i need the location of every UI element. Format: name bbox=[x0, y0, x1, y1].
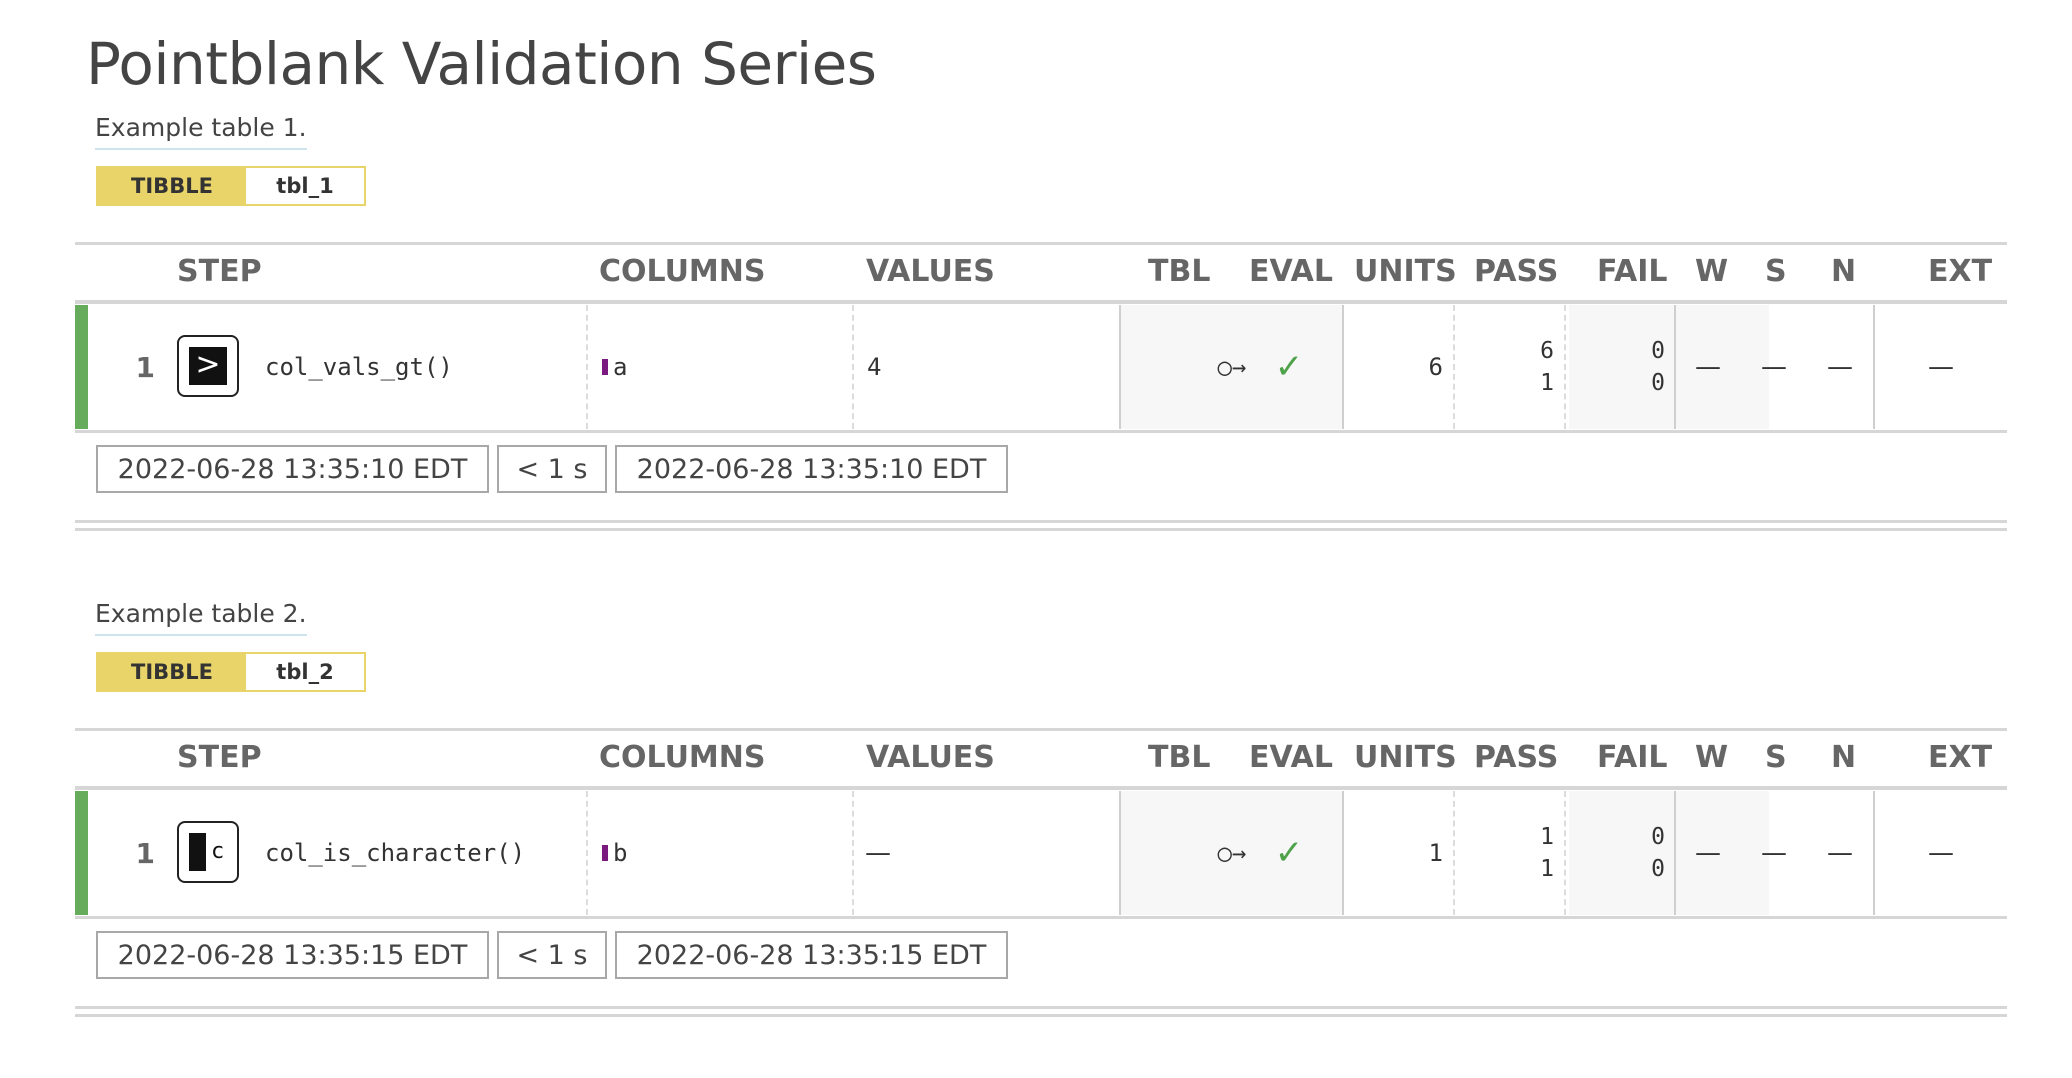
table-type-label: TIBBLE bbox=[98, 654, 246, 690]
fail-cell: 0 0 bbox=[1565, 305, 1665, 429]
time-end: 2022-06-28 13:35:10 EDT bbox=[615, 445, 1008, 493]
pass-count: 1 bbox=[1540, 824, 1554, 850]
step-function: col_is_character() bbox=[265, 839, 526, 867]
page-title: Pointblank Validation Series bbox=[86, 30, 877, 98]
header-ext: EXT bbox=[1928, 254, 1993, 289]
header-fail: FAIL bbox=[1597, 254, 1668, 289]
icon-glyph: c bbox=[211, 839, 225, 864]
column-marker-icon bbox=[602, 359, 608, 375]
values-cell: — bbox=[865, 838, 891, 868]
fail-count: 0 bbox=[1651, 338, 1665, 364]
header-values: VALUES bbox=[866, 740, 995, 775]
header-columns: COLUMNS bbox=[599, 740, 766, 775]
header-n: N bbox=[1831, 254, 1857, 289]
n-cell: — bbox=[1827, 838, 1853, 868]
icon-glyph: > bbox=[189, 347, 227, 385]
footer-rule bbox=[75, 520, 2007, 523]
w-cell: — bbox=[1695, 352, 1721, 382]
divider bbox=[586, 305, 588, 429]
footer-rule bbox=[75, 1014, 2007, 1017]
eval-check-icon: ✓ bbox=[1274, 833, 1304, 873]
header-top-rule bbox=[75, 242, 2007, 245]
eval-check-icon: ✓ bbox=[1274, 347, 1304, 387]
validation-report-2: Example table 2. TIBBLE tbl_2 STEP COLUM… bbox=[0, 598, 2072, 1078]
column-name: a bbox=[613, 353, 628, 381]
icon-block bbox=[189, 833, 206, 871]
header-eval: EVAL bbox=[1249, 740, 1334, 775]
table-type-badge: TIBBLE tbl_2 bbox=[96, 652, 366, 692]
ext-cell: — bbox=[1928, 352, 1954, 382]
table-type-label: TIBBLE bbox=[98, 168, 246, 204]
header-pass: PASS bbox=[1474, 740, 1559, 775]
table-caption: Example table 1. bbox=[95, 112, 307, 150]
pass-fraction: 1 bbox=[1540, 856, 1554, 882]
divider bbox=[586, 791, 588, 915]
footer-rule bbox=[75, 528, 2007, 531]
table-name-label: tbl_2 bbox=[246, 654, 364, 690]
column-name: b bbox=[613, 839, 628, 867]
validation-report-1: Example table 1. TIBBLE tbl_1 STEP COLUM… bbox=[0, 112, 2072, 592]
pass-cell: 6 1 bbox=[1454, 305, 1554, 429]
header-w: W bbox=[1695, 254, 1729, 289]
values-cell: 4 bbox=[867, 353, 882, 381]
header-units: UNITS bbox=[1354, 254, 1457, 289]
header-step: STEP bbox=[177, 254, 262, 289]
table-type-badge: TIBBLE tbl_1 bbox=[96, 166, 366, 206]
time-start: 2022-06-28 13:35:10 EDT bbox=[96, 445, 489, 493]
ext-cell: — bbox=[1928, 838, 1954, 868]
units-cell: 6 bbox=[1428, 353, 1443, 381]
column-cell: a bbox=[602, 305, 627, 429]
duration: < 1 s bbox=[497, 931, 607, 979]
s-cell: — bbox=[1761, 352, 1787, 382]
header-tbl: TBL bbox=[1148, 254, 1211, 289]
header-ext: EXT bbox=[1928, 740, 1993, 775]
column-marker-icon bbox=[602, 845, 608, 861]
divider bbox=[852, 791, 854, 915]
fail-cell: 0 0 bbox=[1565, 791, 1665, 915]
s-cell: — bbox=[1761, 838, 1787, 868]
time-end: 2022-06-28 13:35:15 EDT bbox=[615, 931, 1008, 979]
column-cell: b bbox=[602, 791, 627, 915]
greater-than-icon: > bbox=[177, 335, 239, 397]
header-units: UNITS bbox=[1354, 740, 1457, 775]
footer-rule bbox=[75, 1006, 2007, 1009]
fail-fraction: 0 bbox=[1651, 370, 1665, 396]
header-step: STEP bbox=[177, 740, 262, 775]
table-row: 1 c col_is_character() b — ○→ ✓ 1 1 1 0 … bbox=[75, 791, 2007, 915]
header-s: S bbox=[1765, 740, 1787, 775]
header-s: S bbox=[1765, 254, 1787, 289]
header-n: N bbox=[1831, 740, 1857, 775]
header-fail: FAIL bbox=[1597, 740, 1668, 775]
header-bottom-rule bbox=[75, 786, 2007, 790]
units-cell: 1 bbox=[1428, 839, 1443, 867]
header-pass: PASS bbox=[1474, 254, 1559, 289]
header-bottom-rule bbox=[75, 300, 2007, 304]
pass-fraction: 1 bbox=[1540, 370, 1554, 396]
header-top-rule bbox=[75, 728, 2007, 731]
w-cell: — bbox=[1695, 838, 1721, 868]
fail-count: 0 bbox=[1651, 824, 1665, 850]
header-eval: EVAL bbox=[1249, 254, 1334, 289]
divider bbox=[852, 305, 854, 429]
header-tbl: TBL bbox=[1148, 740, 1211, 775]
fail-fraction: 0 bbox=[1651, 856, 1665, 882]
table-row: 1 > col_vals_gt() a 4 ○→ ✓ 6 6 1 0 0 — —… bbox=[75, 305, 2007, 429]
header-w: W bbox=[1695, 740, 1729, 775]
duration: < 1 s bbox=[497, 445, 607, 493]
step-number: 1 bbox=[135, 836, 155, 870]
table-name-label: tbl_1 bbox=[246, 168, 364, 204]
row-bottom-rule bbox=[75, 916, 2007, 919]
pass-cell: 1 1 bbox=[1454, 791, 1554, 915]
pass-count: 6 bbox=[1540, 338, 1554, 364]
row-bottom-rule bbox=[75, 430, 2007, 433]
step-number: 1 bbox=[135, 350, 155, 384]
n-cell: — bbox=[1827, 352, 1853, 382]
header-columns: COLUMNS bbox=[599, 254, 766, 289]
table-caption: Example table 2. bbox=[95, 598, 307, 636]
header-values: VALUES bbox=[866, 254, 995, 289]
time-start: 2022-06-28 13:35:15 EDT bbox=[96, 931, 489, 979]
character-type-icon: c bbox=[177, 821, 239, 883]
step-function: col_vals_gt() bbox=[265, 353, 453, 381]
